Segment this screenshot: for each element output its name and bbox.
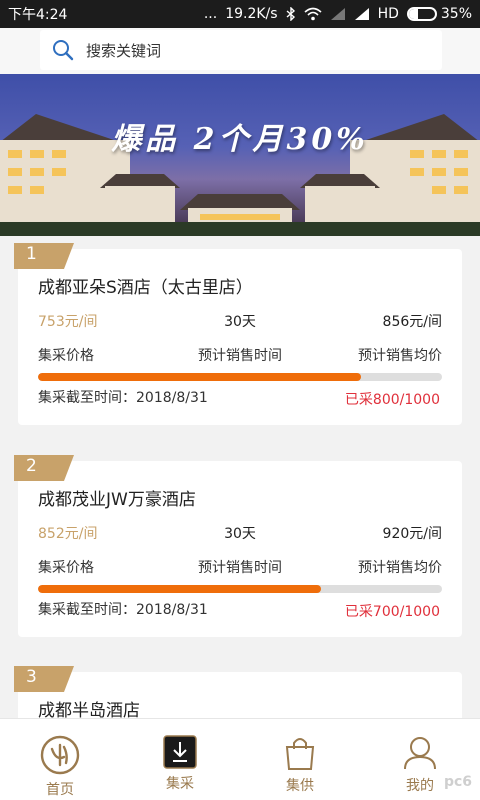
battery-indicator: 35% bbox=[406, 6, 472, 22]
search-input[interactable]: 搜索关键词 bbox=[40, 30, 442, 70]
rank-number: 3 bbox=[26, 667, 37, 687]
hotel-card-1[interactable]: 1 成都亚朵S酒店（太古里店） 753元/间 30天 856元/间 集采价格 预… bbox=[14, 243, 462, 425]
user-icon bbox=[404, 737, 436, 770]
nav-home[interactable]: 首页 bbox=[0, 719, 120, 800]
rank-number: 1 bbox=[26, 244, 37, 264]
search-icon bbox=[53, 40, 74, 61]
sale-period: 30天 bbox=[224, 526, 256, 542]
sold-count: 已采700/1000 bbox=[344, 604, 440, 620]
signal-weak-icon bbox=[330, 8, 345, 20]
search-bar: 搜索关键词 bbox=[0, 28, 480, 74]
nav-group-buy-label: 集采 bbox=[166, 776, 194, 792]
download-icon bbox=[163, 735, 197, 769]
nav-mine-label: 我的 bbox=[406, 778, 434, 794]
promo-banner[interactable]: 爆品 2个月30% bbox=[0, 74, 480, 236]
signal-icon bbox=[354, 8, 369, 20]
rank-tag bbox=[14, 455, 74, 481]
network-type: HD bbox=[377, 6, 399, 22]
avg-price: 856元/间 bbox=[382, 314, 442, 330]
group-price-label: 集采价格 bbox=[38, 560, 94, 576]
hotel-name: 成都茂业JW万豪酒店 bbox=[38, 490, 196, 510]
nav-group-buy[interactable]: 集采 bbox=[120, 719, 240, 800]
group-price: 852元/间 bbox=[38, 526, 98, 542]
avg-price-label: 预计销售均价 bbox=[357, 348, 442, 364]
rank-number: 2 bbox=[26, 456, 37, 476]
nav-supply[interactable]: 集供 bbox=[240, 719, 360, 800]
rank-tag bbox=[14, 243, 74, 269]
rank-tag bbox=[14, 666, 74, 692]
group-price: 753元/间 bbox=[38, 314, 98, 330]
status-time: 下午4:24 bbox=[8, 7, 68, 23]
avg-price: 920元/间 bbox=[382, 526, 442, 542]
deadline-label: 集采截至时间： bbox=[38, 602, 136, 618]
search-placeholder: 搜索关键词 bbox=[86, 41, 162, 60]
sale-period-label: 预计销售时间 bbox=[197, 560, 282, 576]
sale-period: 30天 bbox=[224, 314, 256, 330]
nav-supply-label: 集供 bbox=[286, 778, 314, 794]
sale-period-label: 预计销售时间 bbox=[197, 348, 282, 364]
progress-fill bbox=[38, 585, 321, 593]
watermark: pc6 bbox=[443, 774, 472, 790]
price-row: 753元/间 30天 856元/间 bbox=[38, 311, 442, 331]
deadline-date: 2018/8/31 bbox=[136, 602, 208, 618]
home-logo-icon bbox=[40, 735, 80, 775]
deadline: 集采截至时间：2018/8/31 bbox=[38, 599, 208, 619]
hotel-name: 成都亚朵S酒店（太古里店） bbox=[38, 278, 253, 298]
bluetooth-icon bbox=[286, 7, 295, 21]
avg-price-label: 预计销售均价 bbox=[357, 560, 442, 576]
network-speed: 19.2K/s bbox=[225, 6, 278, 22]
battery-icon bbox=[406, 7, 437, 21]
progress-bar bbox=[38, 373, 442, 381]
banner-title: 爆品 2个月30% bbox=[111, 122, 369, 157]
sold-count: 已采800/1000 bbox=[344, 392, 440, 408]
progress-fill bbox=[38, 373, 362, 381]
label-row: 集采价格 预计销售时间 预计销售均价 bbox=[38, 345, 442, 365]
bottom-nav: 首页 集采 集供 我的 pc6 bbox=[0, 718, 480, 800]
nav-home-label: 首页 bbox=[46, 782, 74, 798]
deadline-label: 集采截至时间： bbox=[38, 390, 136, 406]
label-row: 集采价格 预计销售时间 预计销售均价 bbox=[38, 557, 442, 577]
hotel-card-2[interactable]: 2 成都茂业JW万豪酒店 852元/间 30天 920元/间 集采价格 预计销售… bbox=[14, 455, 462, 637]
status-dots: ... bbox=[203, 6, 218, 22]
wifi-icon bbox=[304, 7, 322, 21]
group-price-label: 集采价格 bbox=[38, 348, 94, 364]
price-row: 852元/间 30天 920元/间 bbox=[38, 523, 442, 543]
status-bar: 下午4:24 ... 19.2K/s HD 35% bbox=[0, 0, 480, 28]
shopping-bag-icon bbox=[285, 738, 315, 770]
deadline-date: 2018/8/31 bbox=[136, 390, 208, 406]
battery-percent: 35% bbox=[440, 6, 472, 22]
deadline: 集采截至时间：2018/8/31 bbox=[38, 387, 208, 407]
progress-bar bbox=[38, 585, 442, 593]
